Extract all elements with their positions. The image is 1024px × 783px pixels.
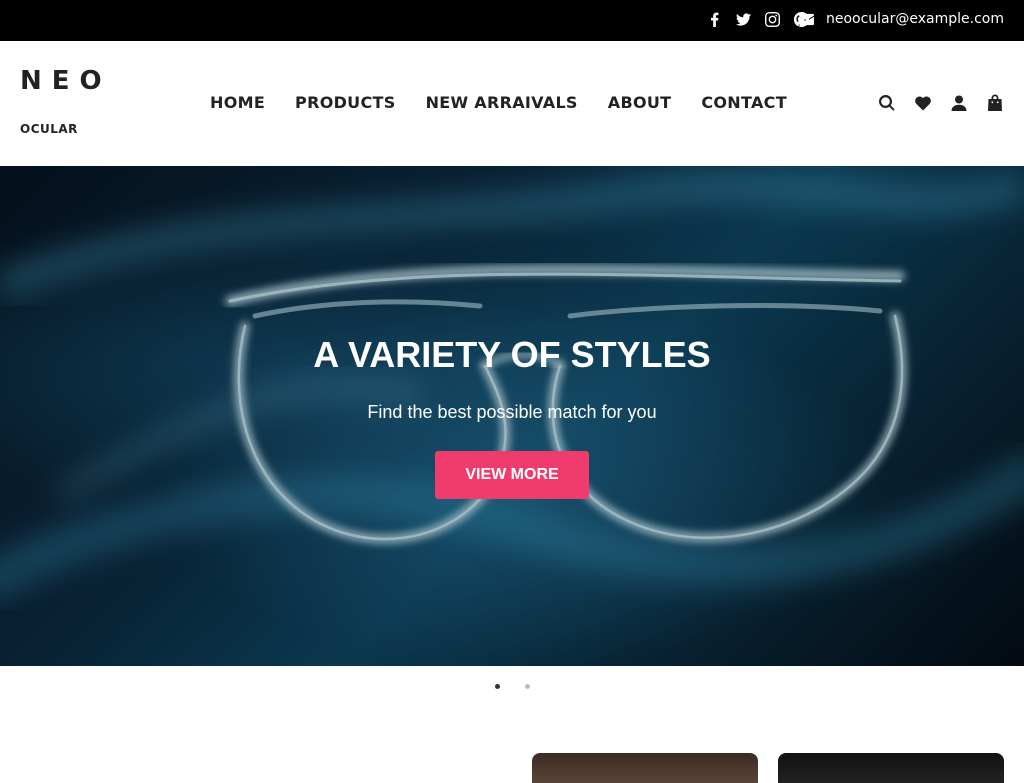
social-links <box>696 12 812 28</box>
nav-about[interactable]: ABOUT <box>608 93 672 112</box>
nav-new-arrivals[interactable]: NEW ARRAIVALS <box>426 93 578 112</box>
hero-subtitle: Find the best possible match for you <box>367 402 657 422</box>
twitter-icon[interactable] <box>736 12 754 28</box>
logo-main[interactable]: NEO <box>20 66 112 96</box>
hero-title: A VARIETY OF STYLES <box>313 334 711 375</box>
user-icon[interactable] <box>950 94 968 112</box>
main-nav: HOME PRODUCTS NEW ARRAIVALS ABOUT CONTAC… <box>210 93 817 112</box>
header-actions <box>860 94 1004 112</box>
email-address[interactable]: neoocular@example.com <box>826 11 1004 27</box>
logo-sub: OCULAR <box>20 122 78 136</box>
product-card[interactable] <box>532 753 758 783</box>
view-more-button[interactable]: VIEW MORE <box>435 451 589 499</box>
shopping-bag-icon[interactable] <box>986 94 1004 112</box>
carousel-dot-2[interactable] <box>524 684 530 689</box>
envelope-icon <box>798 12 814 27</box>
search-icon[interactable] <box>878 94 896 112</box>
hero-banner: A VARIETY OF STYLES Find the best possib… <box>0 166 1024 666</box>
top-bar: neoocular@example.com <box>0 0 1024 41</box>
nav-products[interactable]: PRODUCTS <box>295 93 396 112</box>
carousel-dot-1[interactable] <box>494 684 500 689</box>
nav-home[interactable]: HOME <box>210 93 265 112</box>
nav-contact[interactable]: CONTACT <box>701 93 787 112</box>
site-header: NEO OCULAR HOME PRODUCTS NEW ARRAIVALS A… <box>0 41 1024 166</box>
heart-icon[interactable] <box>914 94 932 112</box>
facebook-icon[interactable] <box>707 12 725 28</box>
contact-email[interactable]: neoocular@example.com <box>798 11 1004 27</box>
instagram-icon[interactable] <box>765 12 783 28</box>
carousel-indicators <box>0 684 1024 689</box>
product-card[interactable] <box>778 753 1004 783</box>
